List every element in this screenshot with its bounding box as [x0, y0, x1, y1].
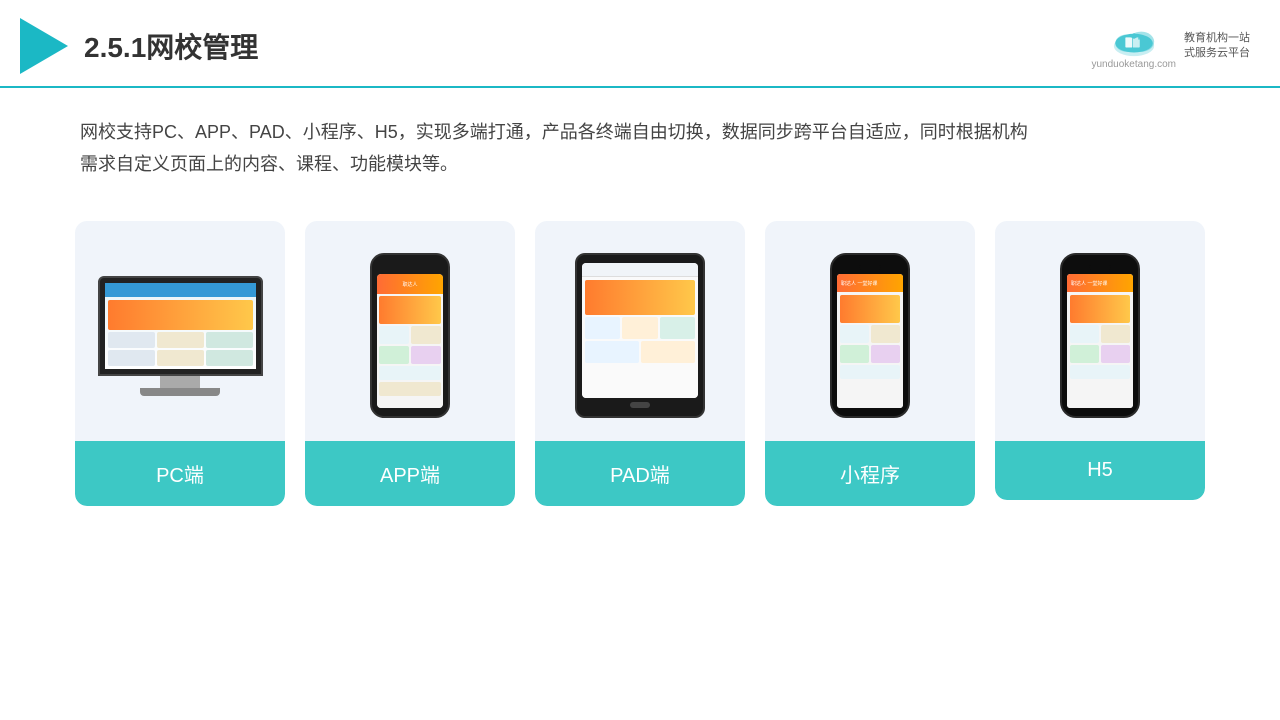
- card-pad: PAD端: [535, 221, 745, 506]
- tablet-home-button: [630, 402, 650, 408]
- phone-mini-screen: 职达人 一堂好课: [837, 274, 903, 408]
- card-h5: 职达人 一堂好课 H5: [995, 221, 1205, 500]
- phone-grid: [379, 326, 441, 364]
- phone-notch: [396, 263, 424, 270]
- tablet-screen: [582, 263, 698, 398]
- tablet-card-2: [622, 317, 657, 339]
- description-area: 网校支持PC、APP、PAD、小程序、H5，实现多端打通，产品各终端自由切换，数…: [0, 88, 1280, 191]
- mini-cell-2: [871, 325, 900, 343]
- page-header: 2.5.1网校管理 yunduoketang.com 教育机构一站式服务云平台: [0, 0, 1280, 88]
- phone-row-2: [379, 382, 441, 396]
- cards-container: PC端 职达人: [0, 191, 1280, 536]
- tablet-card-5: [641, 341, 695, 363]
- tablet-card-4: [585, 341, 639, 363]
- mini-grid: [840, 325, 900, 363]
- cloud-svg-icon: [1104, 23, 1164, 59]
- monitor-nav: [105, 283, 256, 297]
- phone-cell-3: [379, 346, 409, 364]
- monitor-card-6: [206, 350, 253, 366]
- tablet-row-2: [585, 341, 695, 363]
- miniprogram-card-label: 小程序: [765, 441, 975, 506]
- phone-content: [377, 294, 443, 408]
- mini-row: [840, 365, 900, 379]
- h5-phone-notch: [1089, 265, 1111, 270]
- monitor-row-1: [108, 332, 253, 348]
- description-line1: 网校支持PC、APP、PAD、小程序、H5，实现多端打通，产品各终端自由切换，数…: [80, 116, 1200, 148]
- monitor-stand: [160, 376, 200, 388]
- phone-screen: 职达人: [377, 274, 443, 408]
- mini-cell-1: [840, 325, 869, 343]
- card-app: 职达人 APP端: [305, 221, 515, 506]
- card-miniprogram: 职达人 一堂好课 小程序: [765, 221, 975, 506]
- pad-card-label: PAD端: [535, 441, 745, 506]
- h5-card-label: H5: [995, 441, 1205, 500]
- brand-logo: yunduoketang.com: [1091, 23, 1176, 70]
- h5-cell-3: [1070, 345, 1099, 363]
- logo-triangle-icon: [20, 18, 68, 74]
- monitor-screen-wrap: [98, 276, 263, 376]
- mini-cell-4: [871, 345, 900, 363]
- pc-card-label: PC端: [75, 441, 285, 506]
- monitor-card-4: [108, 350, 155, 366]
- phone-cell-2: [411, 326, 441, 344]
- monitor-banner: [108, 300, 253, 330]
- pad-tablet-mockup: [575, 253, 705, 418]
- header-right: yunduoketang.com 教育机构一站式服务云平台: [1091, 23, 1250, 70]
- h5-row: [1070, 365, 1130, 379]
- monitor-body: [105, 297, 256, 369]
- tablet-row-1: [585, 317, 695, 339]
- h5-header: 职达人 一堂好课: [1067, 274, 1133, 292]
- monitor-card-5: [157, 350, 204, 366]
- h5-cell-1: [1070, 325, 1099, 343]
- h5-content: [1067, 292, 1133, 408]
- h5-image-area: 职达人 一堂好课: [995, 221, 1205, 441]
- page-title: 2.5.1网校管理: [84, 26, 258, 66]
- h5-grid: [1070, 325, 1130, 363]
- h5-banner: [1070, 295, 1130, 323]
- phone-mini-notch: [859, 265, 881, 270]
- app-phone-mockup: 职达人: [370, 253, 450, 418]
- tablet-card-3: [660, 317, 695, 339]
- monitor-row-2: [108, 350, 253, 366]
- phone-row-1: [379, 366, 441, 380]
- tablet-card-1: [585, 317, 620, 339]
- app-image-area: 职达人: [305, 221, 515, 441]
- brand-url: yunduoketang.com: [1091, 59, 1176, 70]
- monitor-card-2: [157, 332, 204, 348]
- phone-banner: [379, 296, 441, 324]
- phone-cell-1: [379, 326, 409, 344]
- h5-cell-2: [1101, 325, 1130, 343]
- app-card-label: APP端: [305, 441, 515, 506]
- mini-cell-3: [840, 345, 869, 363]
- monitor-base: [140, 388, 220, 396]
- pc-monitor-mockup: [95, 276, 265, 396]
- brand-slogan: 教育机构一站式服务云平台: [1184, 31, 1250, 62]
- h5-phone-screen: 职达人 一堂好课: [1067, 274, 1133, 408]
- tablet-nav-bar: [582, 263, 698, 277]
- miniprogram-phone-mockup: 职达人 一堂好课: [830, 253, 910, 418]
- phone-header-bar: 职达人: [377, 274, 443, 294]
- monitor-card-1: [108, 332, 155, 348]
- mini-content: [837, 292, 903, 408]
- tablet-content: [582, 277, 698, 398]
- monitor-screen-inner: [105, 283, 256, 369]
- h5-phone-mockup: 职达人 一堂好课: [1060, 253, 1140, 418]
- miniprogram-image-area: 职达人 一堂好课: [765, 221, 975, 441]
- mini-banner: [840, 295, 900, 323]
- description-line2: 需求自定义页面上的内容、课程、功能模块等。: [80, 148, 1200, 180]
- pc-image-area: [75, 221, 285, 441]
- monitor-card-3: [206, 332, 253, 348]
- pad-image-area: [535, 221, 745, 441]
- phone-cell-4: [411, 346, 441, 364]
- tablet-banner: [585, 280, 695, 315]
- h5-cell-4: [1101, 345, 1130, 363]
- card-pc: PC端: [75, 221, 285, 506]
- header-left: 2.5.1网校管理: [20, 18, 258, 74]
- mini-header: 职达人 一堂好课: [837, 274, 903, 292]
